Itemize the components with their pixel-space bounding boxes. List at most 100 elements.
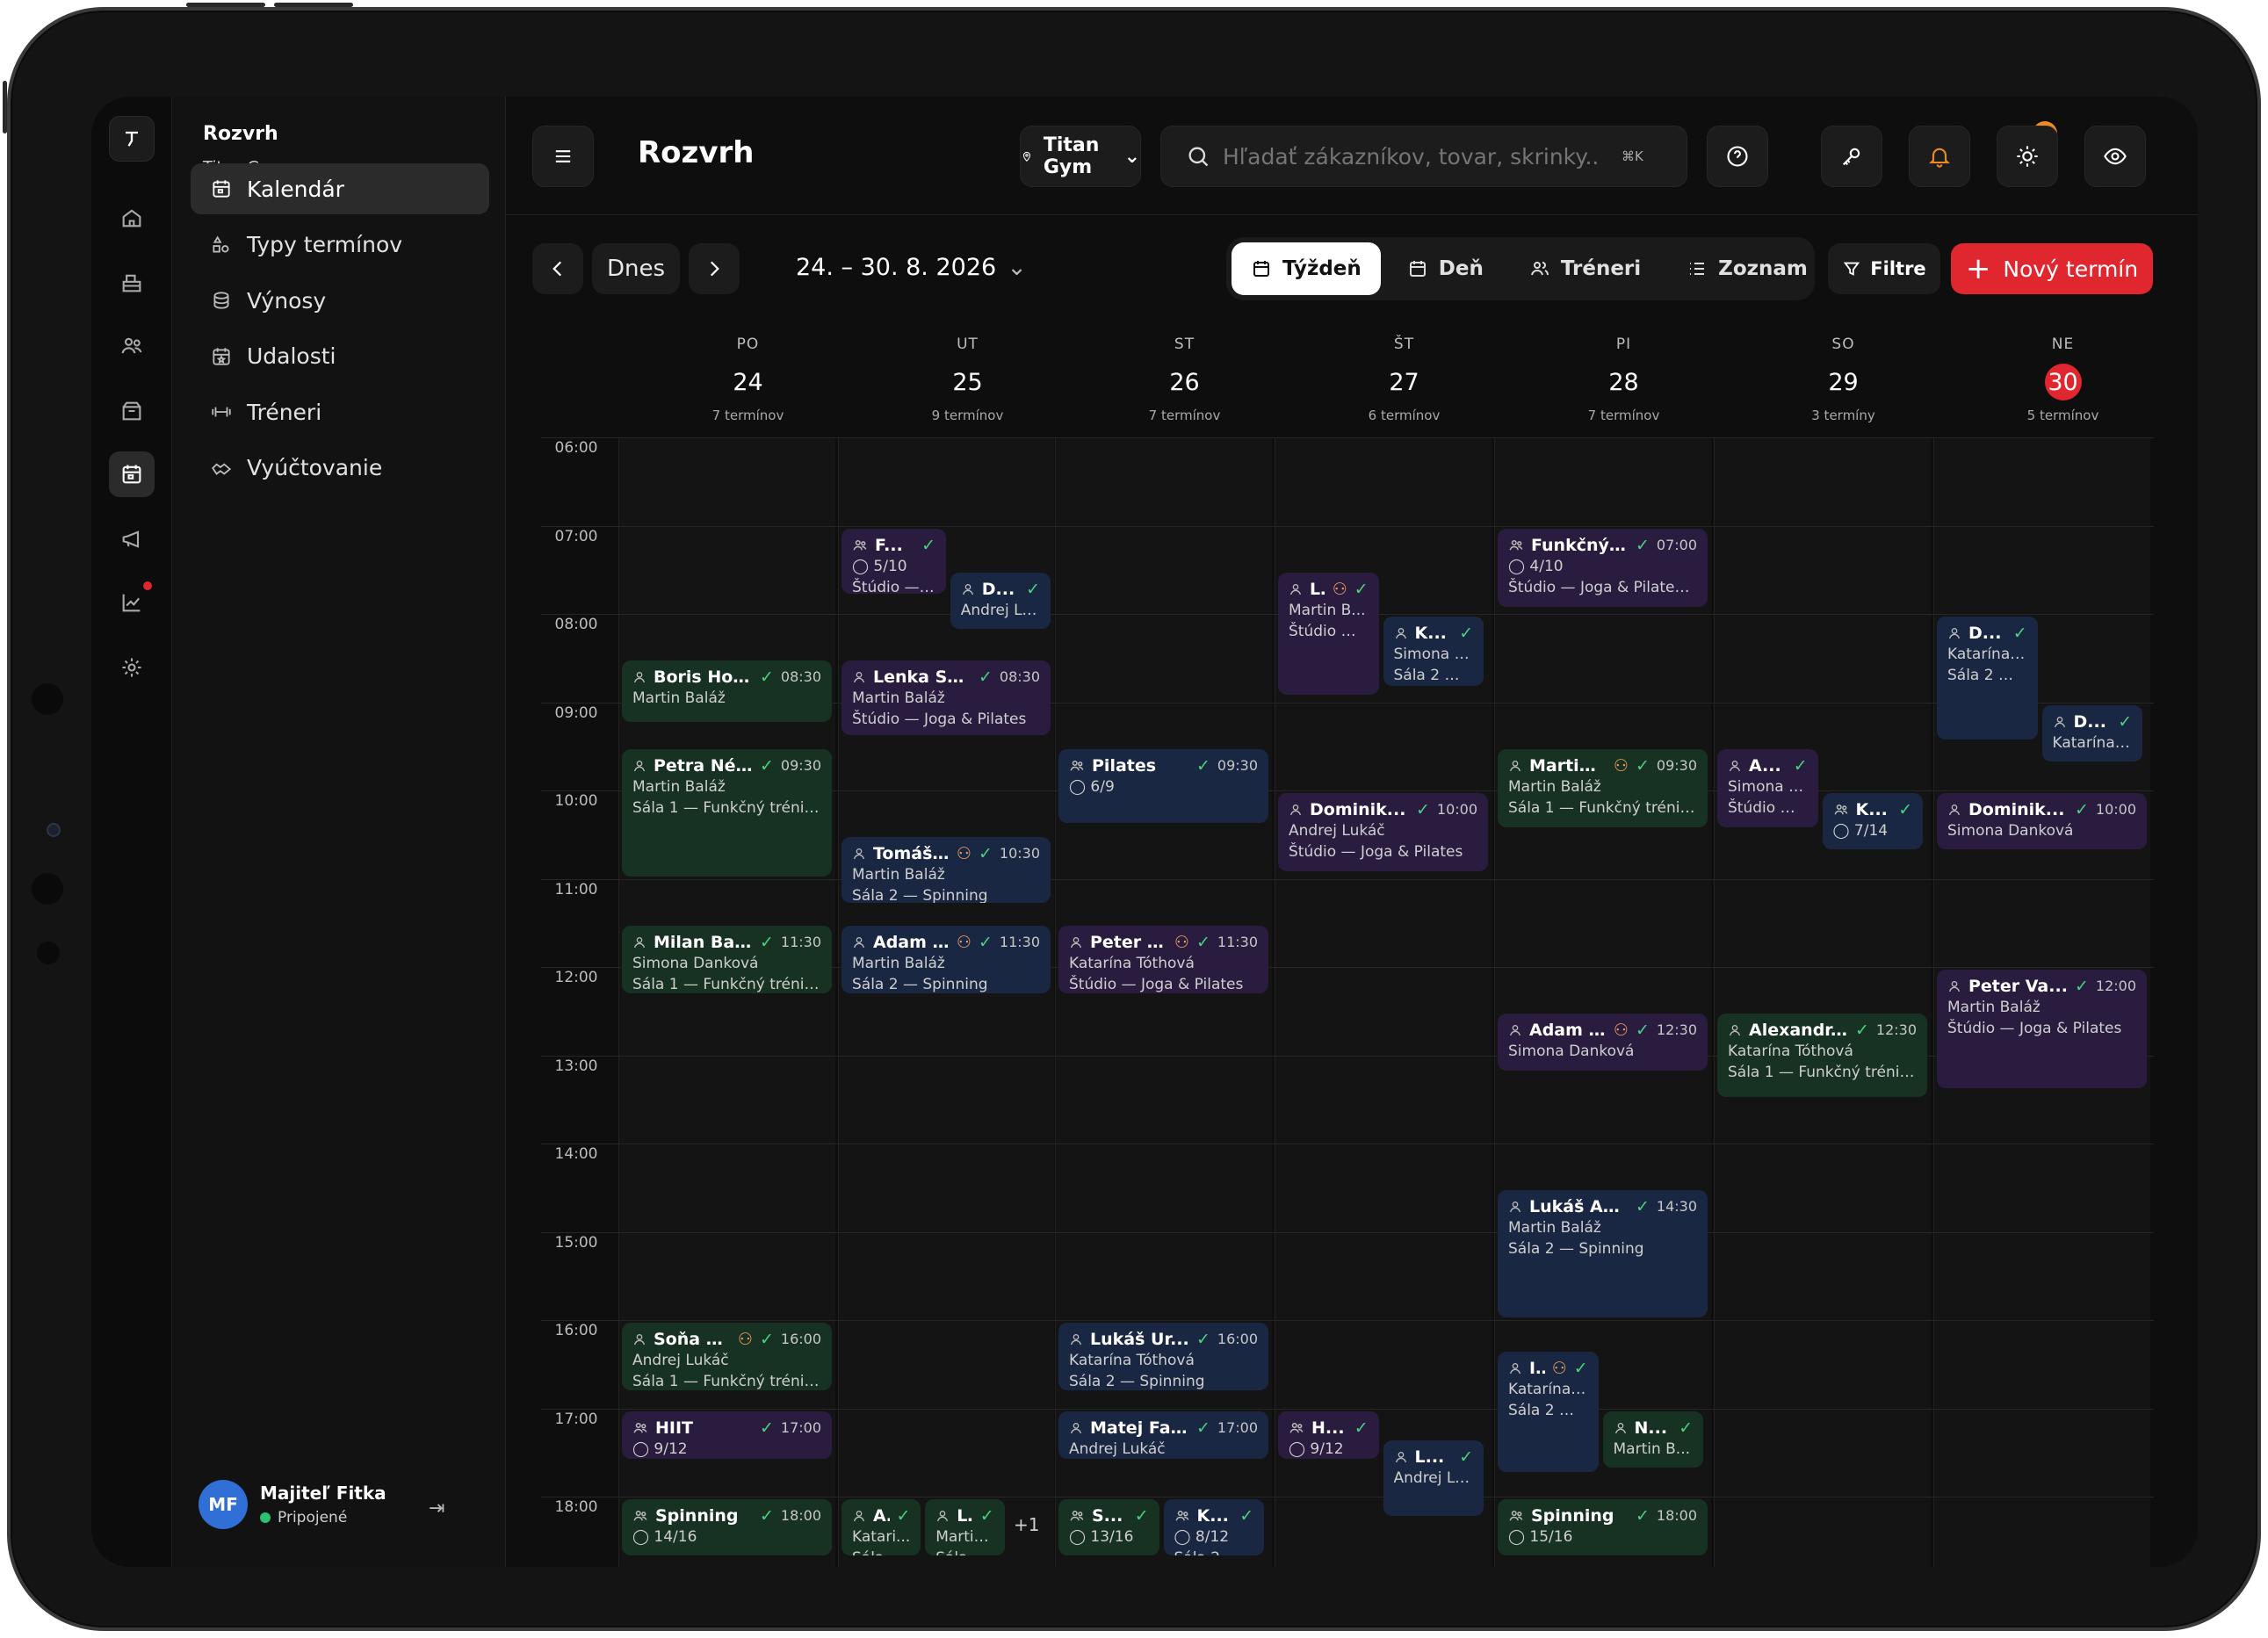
calendar-event[interactable]: Soňa Hu... ⚇ ✓ 16:00 Andrej Lukáč Sála 1 — Fu… — [622, 1323, 832, 1391]
calendar-event[interactable]: Peter Va... ⚇ ✓ 11:30 Katarína Tóthová Štúdio… — [1058, 925, 1268, 994]
privacy-button[interactable] — [2084, 126, 2146, 187]
search-input[interactable] — [1223, 143, 1600, 170]
check-icon: ✓ — [1134, 1506, 1149, 1526]
prev-week-button[interactable] — [532, 243, 583, 294]
nav-vyuctovanie[interactable]: Vyúčtovanie — [191, 443, 489, 494]
calendar-event[interactable]: Iv... ⚇ ✓ Katarína ... Sála 2 — ... — [1498, 1352, 1599, 1472]
home-icon[interactable] — [109, 195, 155, 241]
calendar-event[interactable]: D... ✓ Andrej Lu... — [950, 572, 1051, 630]
gear-icon[interactable] — [109, 645, 155, 690]
calendar-event[interactable]: HIIT ✓ 17:00 ◯ 9/12 — [622, 1411, 832, 1459]
check-icon: ✓ — [1635, 1506, 1650, 1526]
event-title: Peter Va... — [1968, 977, 2068, 996]
date-range-selector[interactable]: 24. – 30. 8. 2026 ⌄ — [796, 254, 1027, 281]
calendar-event[interactable]: Lukáš An... ✓ 14:30 Martin Baláž Sála 2 — Sp… — [1498, 1190, 1708, 1317]
person-icon — [1949, 981, 1960, 992]
view-day[interactable]: Deň — [1388, 242, 1503, 295]
calendar-event[interactable]: Spinning ✓ 18:00 ◯ 14/16 — [622, 1499, 832, 1556]
theme-button[interactable] — [1997, 126, 2058, 187]
calendar-event[interactable]: N... ✓ Martin B... — [1602, 1411, 1704, 1468]
calendar-event[interactable]: Lukáš Ur... ✓ 16:00 Katarína Tóthová Sála 2 … — [1058, 1323, 1268, 1391]
calendar-event[interactable]: Martin M... ⚇ ✓ 09:30 Martin Baláž Sála 1 — F… — [1498, 748, 1708, 828]
calendar-event[interactable]: Pilates ✓ 09:30 ◯ 6/9 — [1058, 748, 1268, 824]
box-icon[interactable] — [109, 388, 155, 434]
calendar-event[interactable]: Boris Hor... ✓ 08:30 Martin Baláž — [622, 660, 832, 722]
view-trainers[interactable]: Tréneri — [1510, 242, 1660, 295]
day-count: 7 termínov — [711, 408, 784, 423]
calendar-day-icon — [1409, 261, 1426, 277]
pin-icon — [1022, 151, 1030, 162]
day-header-ne[interactable]: NE 30 5 termínov — [1954, 316, 2171, 423]
event-title: D... — [1968, 624, 2002, 643]
view-list[interactable]: Zoznam — [1667, 242, 1827, 295]
device-button — [274, 3, 353, 7]
search-box[interactable]: ⌘K — [1160, 126, 1687, 187]
calendar-icon[interactable] — [109, 451, 155, 497]
megaphone-icon[interactable] — [109, 516, 155, 562]
person-icon — [634, 760, 645, 771]
today-button[interactable]: Dnes — [592, 243, 680, 294]
calendar-event[interactable]: L... ✓ Andrej Lu... — [1383, 1440, 1484, 1517]
calendar-event[interactable]: K... ✓ Simona D... Sála 2 — ... — [1383, 617, 1484, 687]
nav-typy-terminov[interactable]: Typy termínov — [191, 220, 489, 271]
event-title: Iv... — [1529, 1359, 1545, 1379]
calendar-event[interactable]: F... ✓ ◯ 5/10 Štúdio — ... — [841, 528, 946, 594]
calendar-event[interactable]: L... ⚇ ✓ Martin B... Štúdio — ... — [1278, 572, 1379, 696]
menu-button[interactable] — [532, 126, 594, 187]
calendar-event[interactable]: Funkčný ... ✓ 07:00 ◯ 4/10 Štúdio — Joga & P… — [1498, 528, 1708, 607]
calendar-event[interactable]: Tomáš K... ⚇ ✓ 10:30 Martin Baláž Sála 2 — Sp… — [841, 837, 1051, 903]
calendar-event[interactable]: H... ✓ ◯ 9/12 — [1278, 1411, 1379, 1459]
calendar-event[interactable]: Adam Va... ⚇ ✓ 12:30 Simona Danková — [1498, 1014, 1708, 1071]
calendar-event[interactable]: D... ✓ Katarína ... — [2041, 704, 2143, 761]
calendar-event[interactable]: K... ✓ ◯ 7/14 — [1822, 793, 1924, 850]
day-header-št[interactable]: ŠT 27 6 termínov — [1296, 316, 1513, 423]
day-header-po[interactable]: PO 24 7 termínov — [639, 316, 856, 423]
calendar-event[interactable]: D... ✓ Katarína ... Sála 2 — ... — [1937, 617, 2038, 740]
location-selector[interactable]: Titan Gym ⌄ — [1020, 126, 1141, 187]
cash-register-icon[interactable] — [109, 260, 155, 306]
new-appointment-button[interactable]: + Nový termín — [1951, 243, 2153, 294]
next-week-button[interactable] — [689, 243, 740, 294]
nav-treneri[interactable]: Tréneri — [191, 386, 489, 437]
calendar-event[interactable]: Dominik... ✓ 10:00 Andrej Lukáč Štúdio — Jog… — [1278, 793, 1488, 872]
nav-udalosti[interactable]: Udalosti — [191, 331, 489, 382]
calendar-event[interactable]: Petra Né... ✓ 09:30 Martin Baláž Sála 1 — Fu… — [622, 748, 832, 877]
calendar-event[interactable]: Milan Ba... ✓ 11:30 Simona Danková Sála 1 — … — [622, 925, 832, 994]
logout-icon[interactable]: ⇥ — [429, 1497, 444, 1519]
day-name: SO — [1831, 336, 1855, 353]
more-events-link[interactable]: +1 — [1014, 1514, 1039, 1535]
calendar-event[interactable]: Matej Fa... ✓ 17:00 Andrej Lukáč — [1058, 1411, 1268, 1459]
logo-icon[interactable] — [109, 116, 155, 162]
day-header-st[interactable]: ST 26 7 termínov — [1076, 316, 1293, 423]
search-icon — [1188, 147, 1209, 167]
calendar-event[interactable]: S... ✓ ◯ 13/16 — [1058, 1499, 1159, 1556]
calendar-event[interactable]: Dominik... ✓ 10:00 Simona Danková — [1937, 793, 2147, 850]
calendar-event[interactable]: K... ✓ ◯ 8/12 Sála 2... — [1163, 1499, 1265, 1556]
day-header-so[interactable]: SO 29 3 termíny — [1735, 316, 1952, 423]
calendar-event[interactable]: Alexandr... ✓ 12:30 Katarína Tóthová Sála 1 … — [1717, 1014, 1927, 1097]
day-header-pi[interactable]: PI 28 7 termínov — [1515, 316, 1732, 423]
nav-vynosy[interactable]: Výnosy — [191, 275, 489, 326]
user-profile[interactable]: MF Majiteľ Fitka Pripojené — [199, 1480, 386, 1529]
help-button[interactable] — [1707, 126, 1768, 187]
calendar-event[interactable]: Adam Kráľ ⚇ ✓ 11:30 Martin Baláž Sála 2 — Spi… — [841, 925, 1051, 994]
calendar-event[interactable]: Peter Va... ✓ 12:00 Martin Baláž Štúdio — Jo… — [1937, 970, 2147, 1088]
person-icon — [1949, 805, 1960, 816]
calendar-event[interactable]: A... ✓ Simona D... Štúdio — ... — [1717, 748, 1818, 828]
calendar-event[interactable]: L... ✓ Martin... Sála 1... — [925, 1499, 1005, 1556]
users-icon[interactable] — [109, 323, 155, 369]
day-header-ut[interactable]: UT 25 9 termínov — [859, 316, 1076, 423]
filter-button[interactable]: Filtre — [1828, 243, 1940, 294]
nav-kalendar[interactable]: Kalendár — [191, 163, 489, 214]
event-detail: Katarína Tóthová — [1069, 954, 1195, 972]
calendar-event[interactable]: A... ✓ Katari... Sála 1... — [841, 1499, 921, 1556]
check-icon: ✓ — [1635, 1197, 1650, 1217]
key-button[interactable] — [1821, 126, 1882, 187]
event-title: Alexandr... — [1749, 1021, 1848, 1041]
notifications-button[interactable] — [1909, 126, 1970, 187]
calendar-event[interactable]: Spinning ✓ 18:00 ◯ 15/16 — [1498, 1499, 1708, 1556]
view-week[interactable]: Týždeň — [1232, 242, 1381, 295]
check-icon: ✓ — [1195, 755, 1210, 776]
calendar-event[interactable]: Lenka Sz... ✓ 08:30 Martin Baláž Štúdio — Jo… — [841, 660, 1051, 735]
group-icon — [1175, 1511, 1188, 1521]
